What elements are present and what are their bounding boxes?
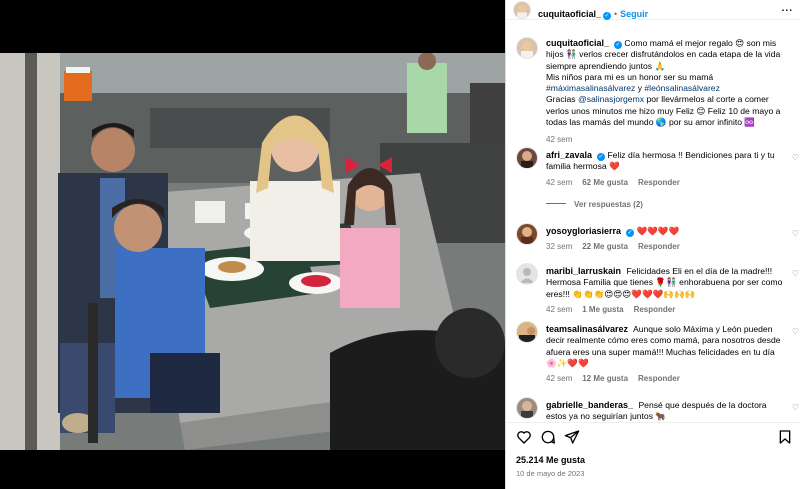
view-replies-label[interactable]: Ver respuestas (2) (574, 200, 643, 209)
author-username[interactable]: cuquitaoficial_ (538, 9, 601, 19)
hashtag-link[interactable]: #máximasalinasálvarez (546, 83, 635, 93)
commenter-avatar[interactable] (516, 263, 538, 285)
like-comment-heart-icon[interactable]: ♡ (792, 327, 799, 336)
verified-badge-icon: ✓ (597, 153, 606, 161)
reply-button[interactable]: Responder (638, 242, 680, 251)
comment-username[interactable]: gabrielle_banderas_ (546, 400, 633, 410)
verified-badge-icon: ✓ (614, 41, 623, 49)
mention-link[interactable]: @salinasjorgemx (578, 94, 644, 104)
comment-likes[interactable]: 12 Me gusta (582, 374, 628, 383)
like-comment-heart-icon[interactable]: ♡ (792, 403, 799, 412)
post-photo[interactable] (0, 53, 505, 450)
comments-list[interactable]: cuquitaoficial_ ✓ Como mamá el mejor rega… (506, 30, 800, 422)
comment-time[interactable]: 42 sem (546, 178, 572, 187)
heart-icon[interactable] (516, 429, 532, 445)
commenter-avatar[interactable] (516, 397, 538, 419)
header-separator: • (614, 9, 618, 19)
follow-button[interactable]: Seguir (620, 9, 648, 19)
comment-username[interactable]: yosoygloriasierra (546, 226, 621, 236)
likes-count[interactable]: 25.214 Me gusta (516, 455, 585, 465)
comment-likes[interactable]: 62 Me gusta (582, 178, 628, 187)
comment-time[interactable]: 42 sem (546, 374, 572, 383)
reply-button[interactable]: Responder (638, 374, 680, 383)
caption-username[interactable]: cuquitaoficial_ (546, 38, 609, 48)
comment-likes[interactable]: 1 Me gusta (582, 305, 623, 314)
reply-button[interactable]: Responder (634, 305, 676, 314)
caption-text-2: Mis niños para mi es un honor ser su mam… (546, 71, 714, 82)
like-comment-heart-icon[interactable]: ♡ (792, 269, 799, 278)
caption-text-3-pre: Gracias (546, 94, 576, 105)
comment-username[interactable]: afri_zavala (546, 150, 592, 160)
comment-time[interactable]: 32 sem (546, 242, 572, 251)
caption-avatar[interactable] (516, 37, 538, 59)
reply-button[interactable]: Responder (638, 178, 680, 187)
like-comment-heart-icon[interactable]: ♡ (792, 229, 799, 238)
verified-badge-icon: ✓ (603, 12, 612, 20)
bookmark-icon[interactable] (777, 429, 793, 445)
comment-text: ❤️❤️❤️❤️ (636, 226, 680, 236)
commenter-avatar[interactable] (516, 147, 538, 169)
family-restaurant-photo (0, 53, 505, 450)
replies-divider (546, 203, 566, 204)
comment-username[interactable]: maribi_larruskain (546, 266, 621, 276)
caption-conj: y (637, 83, 643, 94)
post-media-pane (0, 0, 505, 489)
view-replies-button[interactable]: Ver respuestas (2) (546, 200, 643, 209)
comment-username[interactable]: teamsalinasálvarez (546, 324, 628, 334)
commenter-avatar[interactable] (516, 321, 538, 343)
hashtag-link[interactable]: #leónsalinasálvarez (644, 83, 719, 93)
like-comment-heart-icon[interactable]: ♡ (792, 153, 799, 162)
verified-badge-icon: ✓ (626, 229, 635, 237)
post-sidebar: cuquitaoficial_ ✓ • Seguir ... cuquitaofici… (505, 0, 800, 489)
comment-time[interactable]: 42 sem (546, 305, 572, 314)
more-icon[interactable]: ... (782, 3, 793, 14)
share-icon[interactable] (564, 429, 580, 445)
comment-likes[interactable]: 22 Me gusta (582, 242, 628, 251)
caption-time[interactable]: 42 sem (546, 135, 572, 144)
post-actions: 25.214 Me gusta 10 de mayo de 2023 (506, 422, 800, 489)
post-header: cuquitaoficial_ ✓ • Seguir ... (506, 0, 800, 20)
commenter-avatar[interactable] (516, 223, 538, 245)
author-avatar[interactable] (513, 1, 531, 19)
post-date[interactable]: 10 de mayo de 2023 (516, 469, 584, 478)
comment-icon[interactable] (540, 429, 556, 445)
